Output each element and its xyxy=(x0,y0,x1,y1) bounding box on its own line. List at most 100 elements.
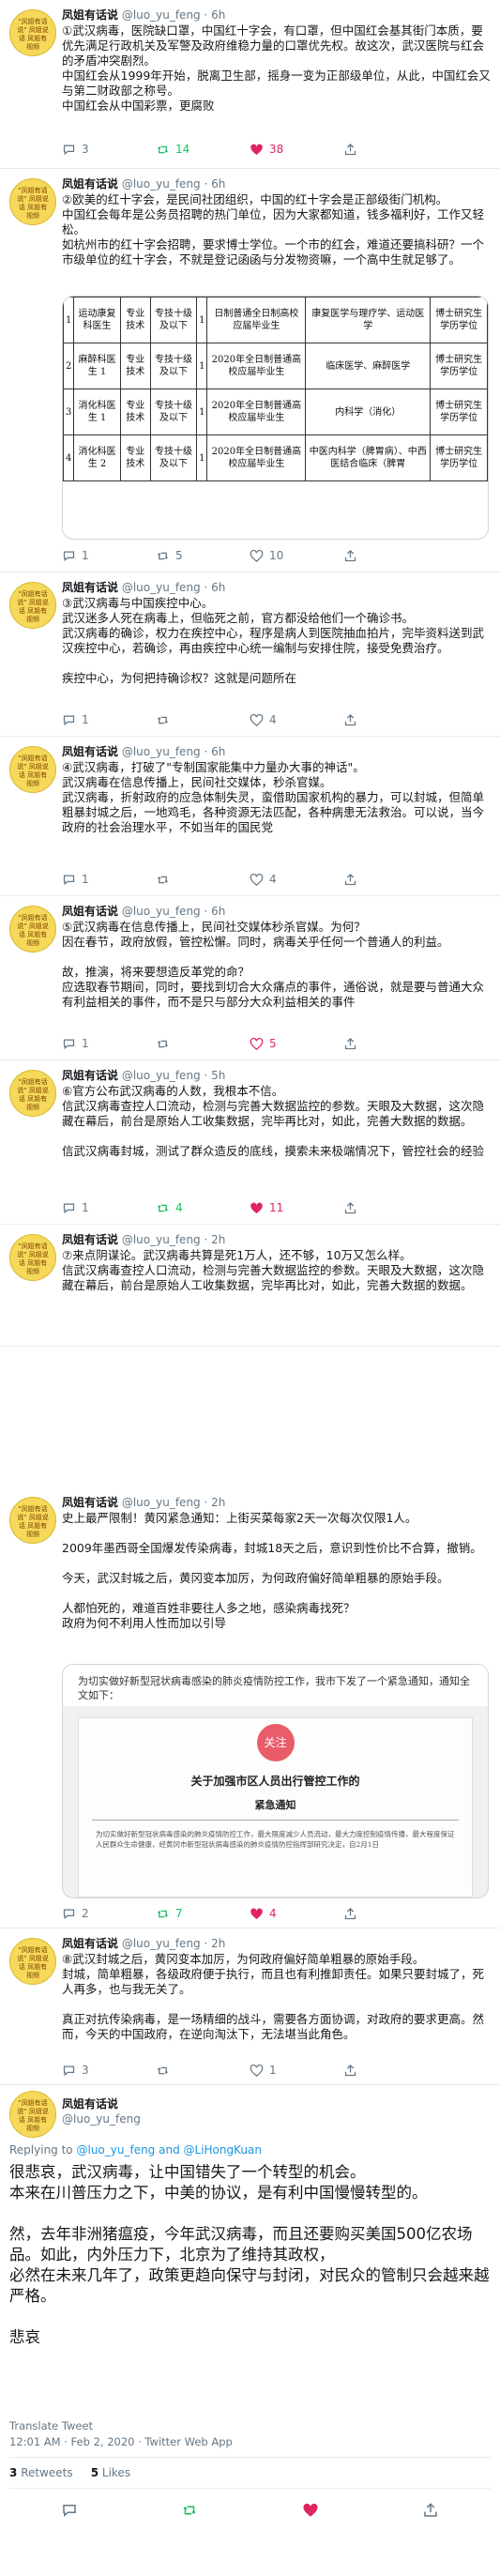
tweet-2[interactable]: "凤姐有话说" 凤姐说话 凤姐有视频 凤姐有话说 @luo_yu_feng · … xyxy=(0,169,500,572)
retweet-button[interactable]: 7 xyxy=(156,1907,250,1921)
user-handle: @luo_yu_feng xyxy=(121,1937,201,1950)
tweet-4[interactable]: "凤姐有话说" 凤姐说话 凤姐有视频 凤姐有话说 @luo_yu_feng · … xyxy=(0,737,500,896)
avatar[interactable]: "凤姐有话说" 凤姐说话 凤姐有视频 xyxy=(9,582,56,629)
like-button[interactable]: 38 xyxy=(250,143,343,157)
tweet-3[interactable]: "凤姐有话说" 凤姐说话 凤姐有视频 凤姐有话说 @luo_yu_feng · … xyxy=(0,572,500,737)
avatar[interactable]: "凤姐有话说" 凤姐说话 凤姐有视频 xyxy=(9,1070,56,1117)
tweet-6[interactable]: "凤姐有话说" 凤姐说话 凤姐有视频 凤姐有话说 @luo_yu_feng · … xyxy=(0,1060,500,1225)
avatar-text: "凤姐有话说" 凤姐说话 凤姐有视频 xyxy=(17,2099,49,2132)
share-button[interactable] xyxy=(343,1201,437,1215)
table-row: 4 消化科医生 2 专业技术 专技十级及以下 1 2020年全日制普通高校应届毕业生 中医内… xyxy=(63,434,488,481)
tweet-7[interactable]: "凤姐有话说" 凤姐说话 凤姐有视频 凤姐有话说 @luo_yu_feng · … xyxy=(0,1225,500,1347)
tweet-text: ⑥官方公布武汉病毒的人数，我根本不信。 信武汉病毒查控人口流动，检测与完善大数据… xyxy=(62,1084,485,1158)
share-button[interactable] xyxy=(343,2064,437,2078)
user-handle: @luo_yu_feng xyxy=(121,745,201,758)
reply-button[interactable]: 3 xyxy=(62,143,156,157)
avatar[interactable]: "凤姐有话说" 凤姐说话 凤姐有视频 xyxy=(9,1497,56,1544)
tweet-1[interactable]: "凤姐有话说" 凤姐说话 凤姐有视频 凤姐有话说 @luo_yu_feng · … xyxy=(0,0,500,169)
reply-button[interactable]: 2 xyxy=(62,1907,156,1921)
translate-link[interactable]: Translate Tweet xyxy=(9,2419,93,2432)
reply-button[interactable] xyxy=(61,2502,78,2523)
retweet-button[interactable]: 4 xyxy=(156,1201,250,1215)
share-button[interactable] xyxy=(343,873,437,887)
avatar[interactable]: "凤姐有话说" 凤姐说话 凤姐有视频 xyxy=(9,2091,56,2138)
avatar[interactable]: "凤姐有话说" 凤姐说话 凤姐有视频 xyxy=(9,906,56,953)
tweet-8[interactable]: "凤姐有话说" 凤姐说话 凤姐有视频 凤姐有话说 @luo_yu_feng · … xyxy=(0,1487,500,1928)
share-button[interactable] xyxy=(343,143,437,157)
retweet-icon xyxy=(183,2506,196,2515)
table-cell: 1 xyxy=(196,389,208,435)
retweet-button[interactable] xyxy=(156,1037,250,1051)
like-button[interactable]: 4 xyxy=(250,713,343,727)
reply-icon xyxy=(63,875,75,885)
retweets-stat[interactable]: 3 Retweets xyxy=(9,2466,73,2479)
user-name[interactable]: 凤姐有话说 xyxy=(62,1069,118,1082)
likes-stat[interactable]: 5 Likes xyxy=(91,2466,130,2479)
user-name[interactable]: 凤姐有话说 xyxy=(62,1496,118,1509)
retweet-button[interactable] xyxy=(181,2502,198,2523)
tweet-timestamp[interactable]: 12:01 AM · Feb 2, 2020 · Twitter Web App xyxy=(9,2435,233,2448)
reply-button[interactable]: 1 xyxy=(62,873,156,887)
table-cell: 博士研究生学历学位 xyxy=(430,389,488,435)
retweet-icon xyxy=(158,1204,168,1212)
user-name[interactable]: 凤姐有话说 xyxy=(62,905,118,918)
tweet-9[interactable]: "凤姐有话说" 凤姐说话 凤姐有视频 凤姐有话说 @luo_yu_feng · … xyxy=(0,1928,500,2085)
tweet-text: ⑤武汉病毒在信息传播上，民间社交媒体秒杀官媒。为何？ 因在春节，政府放假，管控松… xyxy=(62,920,485,1009)
like-button[interactable]: 5 xyxy=(250,1037,343,1051)
user-name[interactable]: 凤姐有话说 xyxy=(62,1233,118,1246)
share-button[interactable] xyxy=(343,1037,437,1051)
like-button[interactable]: 11 xyxy=(250,1201,343,1215)
share-button[interactable] xyxy=(343,713,437,727)
share-icon xyxy=(344,2064,356,2076)
document-intro: 为切实做好新型冠状病毒感染的肺炎疫情防控工作，我市下发了一个紧急通知，通知全文如… xyxy=(63,1665,488,1706)
reply-button[interactable]: 1 xyxy=(62,549,156,563)
like-count: 11 xyxy=(269,1201,284,1214)
user-name[interactable]: 凤姐有话说 xyxy=(62,581,118,594)
like-button[interactable] xyxy=(302,2502,319,2523)
retweet-button[interactable] xyxy=(156,873,250,887)
table-cell: 专技十级及以下 xyxy=(149,434,198,481)
retweet-button[interactable] xyxy=(156,2064,250,2078)
retweet-button[interactable]: 5 xyxy=(156,549,250,563)
avatar[interactable]: "凤姐有话说" 凤姐说话 凤姐有视频 xyxy=(9,9,56,56)
likes-label: Likes xyxy=(101,2466,131,2479)
heart-icon xyxy=(250,144,263,155)
tweet-time: · 6h xyxy=(204,8,226,22)
notice-document-image[interactable]: 为切实做好新型冠状病毒感染的肺炎疫情防控工作，我市下发了一个紧急通知，通知全文如… xyxy=(62,1664,489,1898)
like-count: 38 xyxy=(269,143,284,156)
like-button[interactable]: 4 xyxy=(250,873,343,887)
retweet-button[interactable] xyxy=(156,713,250,727)
like-button[interactable]: 4 xyxy=(250,1907,343,1921)
like-button[interactable]: 1 xyxy=(250,2064,343,2078)
avatar[interactable]: "凤姐有话说" 凤姐说话 凤姐有视频 xyxy=(9,1234,56,1281)
user-name[interactable]: 凤姐有话说 xyxy=(62,745,118,758)
reply-icon xyxy=(63,715,75,725)
focal-user-name[interactable]: 凤姐有话说 xyxy=(62,2097,118,2111)
heart-icon xyxy=(250,713,264,726)
user-name[interactable]: 凤姐有话说 xyxy=(62,177,118,191)
retweet-icon xyxy=(158,145,168,153)
thread-gap xyxy=(0,1347,500,1487)
replying-to-users[interactable]: @luo_yu_feng and @LiHongKuan xyxy=(76,2143,261,2157)
tweet-text: ①武汉病毒，医院缺口罩，中国红十字会，有口罩，但中国红会基其街门本质，要优先满足… xyxy=(62,23,491,113)
retweets-label: Retweets xyxy=(21,2466,73,2479)
like-button[interactable]: 10 xyxy=(250,549,343,563)
reply-button[interactable]: 1 xyxy=(62,713,156,727)
avatar[interactable]: "凤姐有话说" 凤姐说话 凤姐有视频 xyxy=(9,178,56,225)
tweet-5[interactable]: "凤姐有话说" 凤姐说话 凤姐有视频 凤姐有话说 @luo_yu_feng · … xyxy=(0,896,500,1060)
avatar[interactable]: "凤姐有话说" 凤姐说话 凤姐有视频 xyxy=(9,1938,56,1985)
user-name[interactable]: 凤姐有话说 xyxy=(62,1937,118,1950)
reply-button[interactable]: 3 xyxy=(62,2064,156,2078)
reply-button[interactable]: 1 xyxy=(62,1201,156,1215)
retweet-icon xyxy=(158,2066,168,2074)
avatar[interactable]: "凤姐有话说" 凤姐说话 凤姐有视频 xyxy=(9,746,56,793)
reply-button[interactable]: 1 xyxy=(62,1037,156,1051)
reply-count: 2 xyxy=(82,1907,89,1920)
recruitment-table-image[interactable]: 1 运动康复科医生 专业技术 专技十级及以下 1 日制普通全日制高校应届毕业生 康复医学与理… xyxy=(62,296,489,540)
follow-stamp: 关注 xyxy=(256,1724,295,1761)
share-button[interactable] xyxy=(343,1907,437,1921)
share-button[interactable] xyxy=(343,549,437,563)
retweet-button[interactable]: 14 xyxy=(156,143,250,157)
user-name[interactable]: 凤姐有话说 xyxy=(62,8,118,22)
share-button[interactable] xyxy=(422,2502,439,2523)
